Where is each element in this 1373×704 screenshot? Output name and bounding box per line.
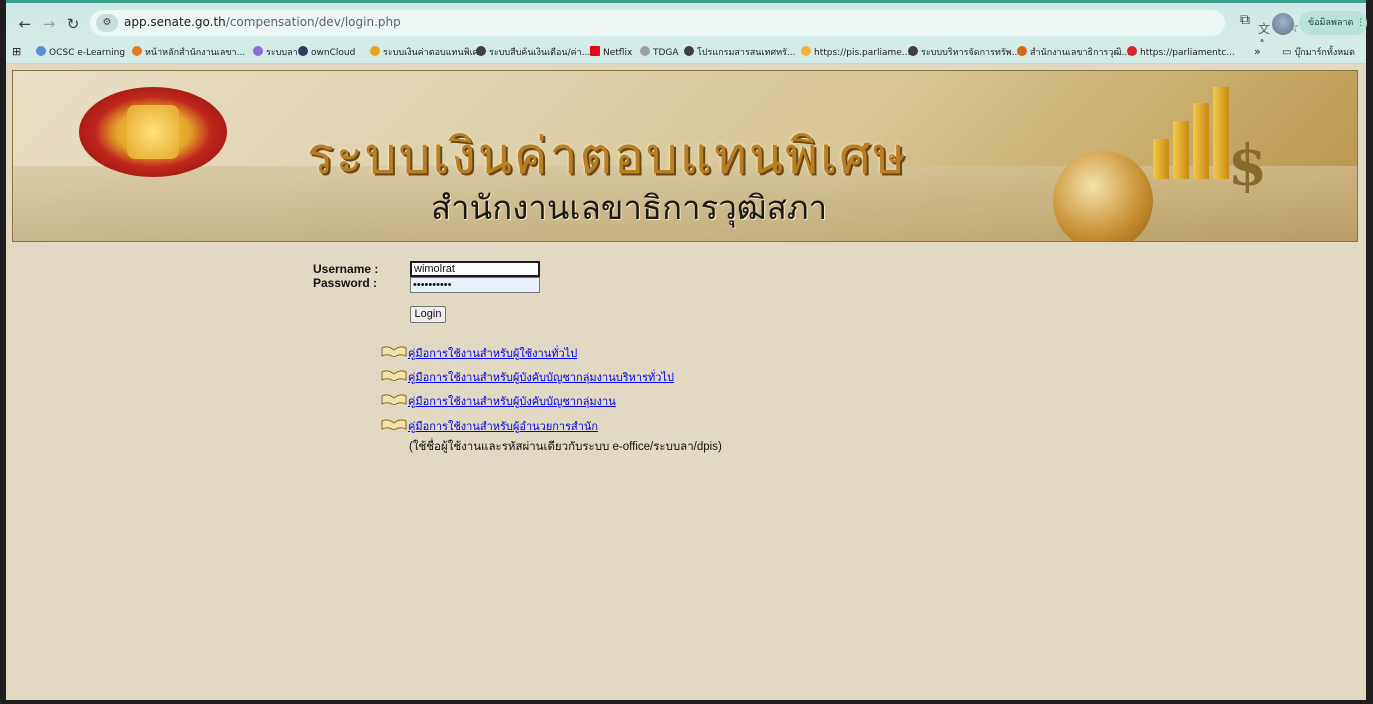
bookmarks-overflow-button[interactable]: » [1254, 45, 1261, 59]
bookmark-item[interactable]: ระบบเงินค่าตอบแทนพิเศษ [370, 46, 484, 60]
password-label: Password : [313, 276, 378, 290]
bookmark-favicon-icon [298, 46, 308, 56]
browser-toolbar: ← → ↻ ⚙ app.senate.go.th/compensation/de… [6, 0, 1367, 51]
seal-emblem [127, 105, 179, 159]
url-text[interactable]: app.senate.go.th/compensation/dev/login.… [124, 15, 401, 29]
bookmark-favicon-icon [370, 46, 380, 56]
login-button[interactable]: Login [410, 306, 446, 323]
window-border-bottom [0, 700, 1373, 704]
url-path: /compensation/dev/login.php [225, 15, 401, 29]
open-book-icon [381, 370, 407, 381]
bookmark-item[interactable]: https://parliamentc... [1127, 46, 1235, 60]
bookmark-item[interactable]: OCSC e-Learning [36, 46, 125, 60]
bookmark-item[interactable]: Netflix [590, 46, 632, 60]
banner-subtitle: สำนักงานเลขาธิการวุฒิสภา [431, 188, 828, 227]
dollar-sign-graphic: $ [1228, 133, 1267, 199]
bookmark-item[interactable]: สำนักงานเลขาธิการวุฒิ... [1017, 46, 1130, 60]
username-label: Username : [313, 262, 379, 276]
header-banner: $ ระบบเงินค่าตอบแทนพิเศษ สำนักงานเลขาธิก… [12, 70, 1358, 242]
all-bookmarks-button[interactable]: ▭ บุ๊กมาร์กทั้งหมด [1282, 46, 1355, 60]
reload-icon[interactable]: ↻ [62, 13, 84, 35]
bookmark-favicon-icon [801, 46, 811, 56]
folder-icon: ▭ [1282, 47, 1292, 58]
apps-icon[interactable]: ⊞ [12, 45, 21, 59]
manual-link-group-supervisors[interactable]: คู่มือการใช้งานสำหรับผู้บังคับบัญชากลุ่ม… [408, 392, 616, 410]
bookmark-favicon-icon [908, 46, 918, 56]
username-input[interactable] [410, 261, 540, 277]
password-input[interactable] [410, 277, 540, 293]
bookmark-item[interactable]: โปรแกรมสารสนเทศทรั... [684, 46, 796, 60]
bookmark-item[interactable]: ระบบลา [253, 46, 298, 60]
bookmark-favicon-icon [1017, 46, 1027, 56]
manual-link-directors[interactable]: คู่มือการใช้งานสำหรับผู้อำนวยการสำนัก [408, 417, 598, 435]
manual-link-admin-supervisors[interactable]: คู่มือการใช้งานสำหรับผู้บังคับบัญชากลุ่ม… [408, 368, 674, 386]
bookmarks-bar: ⊞ OCSC e-Learning หน้าหลักสำนักงานเลขา..… [6, 42, 1366, 64]
bookmark-favicon-icon [684, 46, 694, 56]
bookmark-item[interactable]: https://pis.parliame... [801, 46, 910, 60]
bookmark-item[interactable]: ระบบบริหารจัดการทรัพ... [908, 46, 1020, 60]
bookmark-favicon-icon [132, 46, 142, 56]
profile-chip[interactable]: ข้อมิลพลาด ⋮ [1299, 11, 1367, 35]
bookmark-favicon-icon [640, 46, 650, 56]
bookmark-item[interactable]: TDGA [640, 46, 679, 60]
open-book-icon [381, 346, 407, 357]
bookmark-favicon-icon [253, 46, 263, 56]
site-info-icon[interactable]: ⚙ [96, 14, 118, 32]
address-bar[interactable]: ⚙ app.senate.go.th/compensation/dev/logi… [90, 10, 1299, 51]
bookmark-item[interactable]: ownCloud [298, 46, 355, 60]
back-icon[interactable]: ← [14, 13, 36, 35]
chart-bar-graphic [1213, 87, 1229, 179]
open-book-icon [381, 419, 407, 430]
bookmark-item[interactable]: ระบบสืบค้นเงินเดือน/ค่า... [476, 46, 590, 60]
credentials-note: (ใช้ชื่อผู้ใช้งานและรหัสผ่านเดียวกับระบบ… [409, 441, 722, 453]
open-book-icon [381, 394, 407, 405]
avatar[interactable] [1272, 13, 1294, 35]
netflix-icon [590, 46, 600, 56]
bookmark-favicon-icon [1127, 46, 1137, 56]
bookmark-item[interactable]: หน้าหลักสำนักงานเลขา... [132, 46, 245, 60]
browser-window: ← → ↻ ⚙ app.senate.go.th/compensation/de… [0, 0, 1373, 704]
senate-seal-logo [79, 87, 227, 177]
chart-bar-graphic [1193, 103, 1209, 179]
bookmark-favicon-icon [476, 46, 486, 56]
globe-graphic [1053, 151, 1153, 241]
chart-bar-graphic [1173, 121, 1189, 179]
window-border-right [1366, 0, 1373, 704]
page-content: $ ระบบเงินค่าตอบแทนพิเศษ สำนักงานเลขาธิก… [6, 64, 1366, 700]
extensions-icon[interactable]: ⧉ [1240, 12, 1250, 28]
profile-label: ข้อมิลพลาด [1308, 18, 1354, 28]
bookmark-favicon-icon [36, 46, 46, 56]
chart-bar-graphic [1153, 139, 1169, 179]
url-domain: app.senate.go.th [124, 15, 226, 29]
forward-icon[interactable]: → [38, 13, 60, 35]
manual-link-general-users[interactable]: คู่มือการใช้งานสำหรับผู้ใช้งานทั่วไป [408, 344, 577, 362]
